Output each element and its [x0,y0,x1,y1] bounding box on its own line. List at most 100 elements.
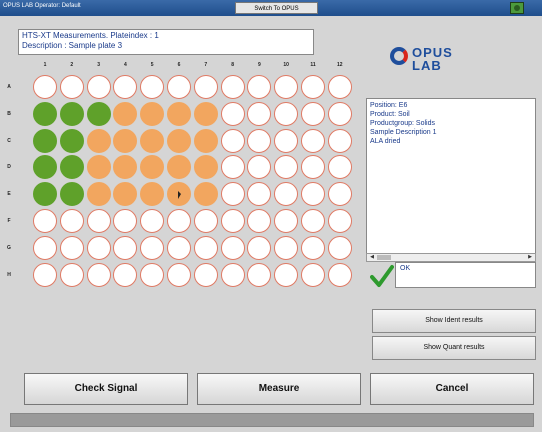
well-C7[interactable] [193,128,218,153]
well-F5[interactable] [140,209,165,233]
well-G12[interactable] [327,235,352,260]
well-A11[interactable] [301,75,325,99]
well-D3[interactable] [86,155,111,180]
well-C3[interactable] [86,128,111,153]
well-D6[interactable] [167,155,191,180]
well-H10[interactable] [274,262,299,287]
well-H4[interactable] [113,262,138,287]
well-D4[interactable] [113,155,138,180]
scroll-left-icon[interactable]: ◀ [368,254,376,261]
scroll-right-icon[interactable]: ▶ [526,254,534,261]
well-F4[interactable] [113,209,138,233]
well-G11[interactable] [301,235,325,260]
well-C5[interactable] [140,128,165,153]
well-A8[interactable] [220,75,245,99]
well-C2[interactable] [59,128,84,153]
well-C1[interactable] [33,128,57,153]
well-C12[interactable] [327,128,352,153]
well-H3[interactable] [86,262,111,287]
well-G2[interactable] [59,235,84,260]
well-E2[interactable] [59,182,84,207]
well-B10[interactable] [274,101,299,126]
well-E5[interactable] [140,182,165,207]
well-E12[interactable] [327,182,352,207]
well-C10[interactable] [274,128,299,153]
well-H1[interactable] [33,262,57,287]
well-B9[interactable] [247,101,272,126]
well-E3[interactable] [86,182,111,207]
well-E4[interactable] [113,182,138,207]
well-D2[interactable] [59,155,84,180]
well-D5[interactable] [140,155,165,180]
well-F8[interactable] [220,209,245,233]
well-B11[interactable] [301,101,325,126]
well-F2[interactable] [59,209,84,233]
horizontal-scrollbar[interactable]: ◀ ▶ [366,253,536,262]
well-C8[interactable] [220,128,245,153]
well-H9[interactable] [247,262,272,287]
well-F12[interactable] [327,209,352,233]
scroll-thumb[interactable] [377,255,391,260]
well-A2[interactable] [59,75,84,99]
switch-to-opus-button[interactable]: Switch To OPUS [235,2,318,14]
app-status-icon[interactable] [510,2,524,14]
well-A6[interactable] [167,75,191,99]
well-E11[interactable] [301,182,325,207]
well-G9[interactable] [247,235,272,260]
well-B1[interactable] [33,101,57,126]
show-ident-results-button[interactable]: Show Ident results [372,309,536,333]
well-E10[interactable] [274,182,299,207]
well-A10[interactable] [274,75,299,99]
well-B4[interactable] [113,101,138,126]
show-quant-results-button[interactable]: Show Quant results [372,336,536,360]
well-D8[interactable] [220,155,245,180]
well-F3[interactable] [86,209,111,233]
well-E7[interactable] [193,182,218,207]
check-signal-button[interactable]: Check Signal [24,373,188,405]
well-F11[interactable] [301,209,325,233]
well-H11[interactable] [301,262,325,287]
well-D1[interactable] [33,155,57,180]
well-F1[interactable] [33,209,57,233]
well-A3[interactable] [86,75,111,99]
well-H6[interactable] [167,262,191,287]
well-H12[interactable] [327,262,352,287]
well-B2[interactable] [59,101,84,126]
well-D7[interactable] [193,155,218,180]
well-G6[interactable] [167,235,191,260]
well-G3[interactable] [86,235,111,260]
well-G10[interactable] [274,235,299,260]
well-A12[interactable] [327,75,352,99]
well-A9[interactable] [247,75,272,99]
well-B12[interactable] [327,101,352,126]
well-F6[interactable] [167,209,191,233]
well-B3[interactable] [86,101,111,126]
well-F7[interactable] [193,209,218,233]
well-C11[interactable] [301,128,325,153]
well-F9[interactable] [247,209,272,233]
well-H8[interactable] [220,262,245,287]
well-B8[interactable] [220,101,245,126]
well-A5[interactable] [140,75,165,99]
well-G1[interactable] [33,235,57,260]
well-B7[interactable] [193,101,218,126]
well-G4[interactable] [113,235,138,260]
measure-button[interactable]: Measure [197,373,361,405]
well-D12[interactable] [327,155,352,180]
well-H5[interactable] [140,262,165,287]
well-A1[interactable] [33,75,57,99]
well-G5[interactable] [140,235,165,260]
well-A7[interactable] [193,75,218,99]
well-A4[interactable] [113,75,138,99]
well-C9[interactable] [247,128,272,153]
well-E9[interactable] [247,182,272,207]
well-G8[interactable] [220,235,245,260]
well-B6[interactable] [167,101,191,126]
well-E8[interactable] [220,182,245,207]
well-F10[interactable] [274,209,299,233]
cancel-button[interactable]: Cancel [370,373,534,405]
well-G7[interactable] [193,235,218,260]
well-B5[interactable] [140,101,165,126]
well-D10[interactable] [274,155,299,180]
well-H2[interactable] [59,262,84,287]
